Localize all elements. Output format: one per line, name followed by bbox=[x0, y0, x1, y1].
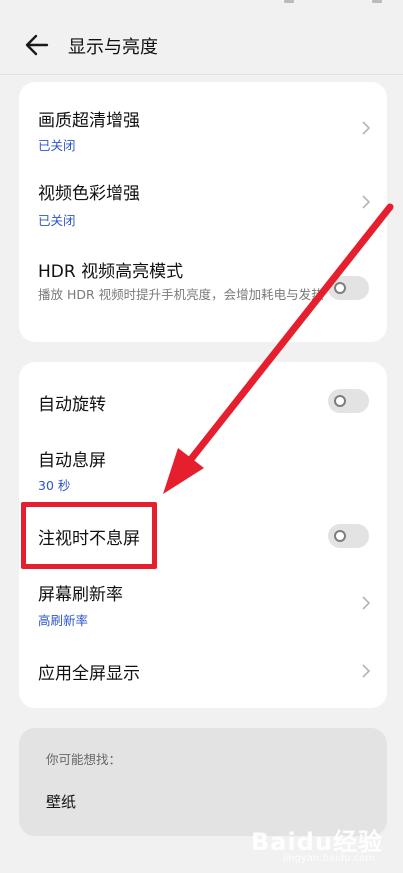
chevron-right-icon bbox=[362, 195, 371, 209]
setting-row-app-full-screen[interactable]: 应用全屏显示 bbox=[19, 642, 387, 708]
chevron-right-icon bbox=[362, 121, 371, 135]
battery-icon bbox=[372, 0, 382, 3]
setting-row-super-resolution[interactable]: 画质超清增强 已关闭 bbox=[19, 82, 387, 162]
top-app-bar: 显示与亮度 bbox=[0, 22, 403, 68]
settings-card-picture-quality: 画质超清增强 已关闭 视频色彩增强 已关闭 HDR 视频高亮模式 播放 HDR … bbox=[19, 82, 387, 342]
suggestion-card: 你可能想找： 壁纸 bbox=[19, 728, 387, 836]
setting-status: 已关闭 bbox=[38, 138, 76, 153]
suggestion-hint: 你可能想找： bbox=[46, 752, 122, 767]
page-title: 显示与亮度 bbox=[68, 37, 158, 58]
setting-status: 高刷新率 bbox=[38, 613, 89, 628]
setting-label: 画质超清增强 bbox=[38, 111, 140, 131]
hdr-toggle-switch[interactable] bbox=[328, 276, 369, 300]
setting-row-screen-timeout[interactable]: 自动息屏 30 秒 bbox=[19, 440, 387, 510]
setting-label: 视频色彩增强 bbox=[38, 184, 140, 204]
baidu-watermark-url: jingyan.baidu.com bbox=[282, 853, 375, 864]
toggle-knob bbox=[334, 530, 346, 542]
setting-row-hdr-video-highlight: HDR 视频高亮模式 播放 HDR 视频时提升手机亮度，会增加耗电与发热 bbox=[19, 242, 387, 342]
stay-awake-toggle-switch[interactable] bbox=[328, 524, 369, 548]
baidu-watermark-logo: Baidu经验 bbox=[251, 828, 383, 856]
setting-label: 自动旋转 bbox=[38, 395, 106, 415]
setting-row-auto-rotate: 自动旋转 bbox=[19, 362, 387, 440]
back-arrow-icon[interactable] bbox=[22, 30, 52, 60]
chevron-right-icon bbox=[362, 664, 371, 678]
status-icon bbox=[284, 0, 294, 3]
header-divider bbox=[0, 74, 403, 75]
setting-status: 30 秒 bbox=[38, 478, 71, 493]
setting-row-video-color-boost[interactable]: 视频色彩增强 已关闭 bbox=[19, 162, 387, 242]
setting-label: HDR 视频高亮模式 bbox=[38, 262, 184, 282]
annotation-highlight-box bbox=[21, 502, 157, 569]
setting-label: 屏幕刷新率 bbox=[38, 585, 123, 605]
setting-row-refresh-rate[interactable]: 屏幕刷新率 高刷新率 bbox=[19, 572, 387, 642]
chevron-right-icon bbox=[362, 596, 371, 610]
setting-label: 自动息屏 bbox=[38, 451, 106, 471]
suggestion-item-wallpaper[interactable]: 壁纸 bbox=[46, 791, 76, 812]
status-bar bbox=[0, 0, 403, 8]
toggle-knob bbox=[334, 282, 346, 294]
toggle-knob bbox=[334, 395, 346, 407]
auto-rotate-toggle-switch[interactable] bbox=[328, 389, 369, 413]
setting-label: 应用全屏显示 bbox=[38, 664, 140, 684]
setting-status: 已关闭 bbox=[38, 213, 76, 228]
setting-description: 播放 HDR 视频时提升手机亮度，会增加耗电与发热 bbox=[38, 287, 324, 302]
